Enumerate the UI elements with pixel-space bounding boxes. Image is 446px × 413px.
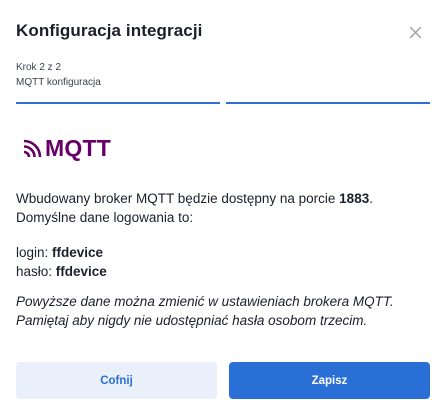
step-name: MQTT konfiguracja [16, 77, 101, 88]
dialog-title: Konfiguracja integracji [16, 21, 203, 40]
mqtt-logo: MQTT [23, 136, 111, 160]
step-counter: Krok 2 z 2 [16, 62, 62, 73]
integration-config-dialog: Konfiguracja integracji Krok 2 z 2 MQTT … [0, 0, 446, 413]
save-button[interactable]: Zapisz [229, 362, 430, 399]
broker-info-prefix: Wbudowany broker MQTT będzie dostępny na… [16, 191, 340, 206]
password-label: hasło: [16, 264, 56, 279]
step-progress-segment-1 [16, 102, 220, 104]
broker-info-text: Wbudowany broker MQTT będzie dostępny na… [16, 189, 434, 227]
security-note: Powyższe dane można zmienić w ustawienia… [16, 294, 394, 328]
broker-port: 1883 [339, 191, 370, 206]
close-icon-glyph [409, 26, 421, 38]
mqtt-logo-text: MQTT [45, 135, 111, 161]
step-progress-segment-2 [226, 102, 430, 104]
login-label: login: [16, 245, 53, 260]
back-button[interactable]: Cofnij [16, 362, 217, 399]
login-line: login: ffdevice [16, 243, 103, 262]
password-line: hasło: ffdevice [16, 262, 107, 281]
password-value: ffdevice [55, 264, 107, 279]
close-icon[interactable] [405, 22, 425, 42]
login-value: ffdevice [52, 245, 104, 260]
step-progress [16, 102, 430, 104]
mqtt-signal-icon [23, 139, 42, 158]
